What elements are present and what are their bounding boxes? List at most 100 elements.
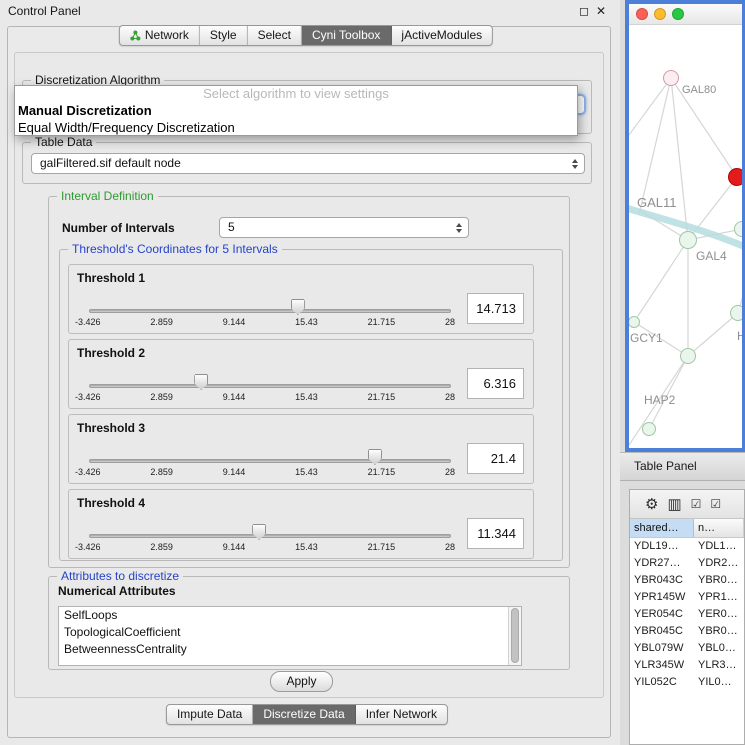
threshold-panel: Threshold 4 -3.4262.8599.14415.4321.7152… <box>68 489 534 559</box>
threshold-panel: Threshold 1 -3.4262.8599.14415.4321.7152… <box>68 264 534 334</box>
table-cell: YIL052C <box>630 674 694 691</box>
threshold-value-field[interactable]: 21.4 <box>467 443 524 474</box>
attribute-list-item[interactable]: SelfLoops <box>59 607 521 624</box>
network-node-label: GAL4 <box>696 249 727 263</box>
attribute-list-item[interactable]: BetweennessCentrality <box>59 641 521 658</box>
network-node-label: GCY1 <box>630 331 663 345</box>
slider-track <box>89 534 451 538</box>
tick-label: 21.715 <box>368 467 396 477</box>
apply-button[interactable]: Apply <box>270 671 333 692</box>
threshold-label: Threshold 4 <box>77 496 145 510</box>
dropdown-option-equal-width-frequency[interactable]: Equal Width/Frequency Discretization <box>15 119 577 136</box>
table-row[interactable]: YBR045CYBR0… <box>630 623 744 640</box>
float-window-icon[interactable]: ◻ <box>579 3 589 19</box>
threshold-label: Threshold 1 <box>77 271 145 285</box>
tab-label: Discretize Data <box>263 705 344 724</box>
attribute-list-item[interactable]: TopologicalCoefficient <box>59 624 521 641</box>
tick-label: -3.426 <box>75 467 101 477</box>
threshold-value-field[interactable]: 14.713 <box>467 293 524 324</box>
network-node[interactable] <box>642 422 656 436</box>
table-cell: YBR045C <box>630 623 694 640</box>
tab-infer-network[interactable]: Infer Network <box>356 705 447 724</box>
deselect-rows-icon[interactable]: ☑ <box>710 497 721 512</box>
columns-icon[interactable]: ▥ <box>667 497 681 512</box>
slider-tick-labels: -3.4262.8599.14415.4321.71528 <box>75 392 455 402</box>
combo-stepper-icon[interactable] <box>570 154 580 173</box>
table-cell: YBL0… <box>694 640 744 657</box>
number-of-intervals-combobox[interactable]: 5 <box>219 217 469 238</box>
table-panel-header: Table Panel <box>620 452 745 481</box>
list-vertical-scrollbar[interactable] <box>508 607 521 665</box>
zoom-traffic-light[interactable] <box>672 8 684 20</box>
threshold-label: Threshold 2 <box>77 346 145 360</box>
column-header-2[interactable]: n… <box>694 519 744 537</box>
window-controls: ◻✕ <box>579 3 606 19</box>
table-panel-title: Table Panel <box>620 453 745 480</box>
threshold-value-field[interactable]: 6.316 <box>467 368 524 399</box>
tab-impute-data[interactable]: Impute Data <box>167 705 253 724</box>
table-rows: YDL19…YDL1…YDR27…YDR2…YBR043CYBR0…YPR145… <box>630 538 744 691</box>
close-icon[interactable]: ✕ <box>596 3 606 19</box>
tick-label: 2.859 <box>150 542 173 552</box>
network-node[interactable] <box>680 348 696 364</box>
network-node-label: GAL80 <box>682 84 716 96</box>
top-tab-strip: Network Style Select Cyni ToolboxjActiveMod… <box>119 25 493 46</box>
combo-stepper-icon[interactable] <box>454 218 464 237</box>
table-cell: YDL1… <box>694 538 744 555</box>
numerical-attributes-list[interactable]: SelfLoopsTopologicalCoefficientBetweenne… <box>58 606 522 666</box>
number-of-intervals-value: 5 <box>228 218 450 237</box>
threshold-slider[interactable] <box>89 447 451 469</box>
tab-select[interactable]: Select <box>248 26 302 45</box>
tab-network[interactable]: Network <box>120 26 200 45</box>
table-row[interactable]: YER054CYER0… <box>630 606 744 623</box>
table-row[interactable]: YIL052CYIL0… <box>630 674 744 691</box>
table-row[interactable]: YDL19…YDL1… <box>630 538 744 555</box>
slider-track <box>89 309 451 313</box>
table-row[interactable]: YLR345WYLR3… <box>630 657 744 674</box>
table-cell: YLR345W <box>630 657 694 674</box>
close-traffic-light[interactable] <box>636 8 648 20</box>
tab-jactivemodules[interactable]: jActiveModules <box>391 26 492 45</box>
settings-gear-icon[interactable]: ⚙ <box>645 497 658 512</box>
control-panel-title: Control Panel <box>8 4 81 18</box>
network-node-label: GAL11 <box>637 195 677 210</box>
slider-tick-labels: -3.4262.8599.14415.4321.71528 <box>75 542 455 552</box>
table-cell: YBR0… <box>694 572 744 589</box>
tab-label: Select <box>258 26 291 45</box>
column-header-1[interactable]: shared… <box>630 519 694 537</box>
network-canvas[interactable]: GAL80GAL11GAL4GCY1HAP2H <box>629 25 742 448</box>
select-all-rows-icon[interactable]: ☑ <box>691 497 702 512</box>
scrollbar-thumb[interactable] <box>511 608 519 663</box>
dropdown-option-manual-discretization[interactable]: Manual Discretization <box>15 102 577 119</box>
network-node[interactable] <box>728 168 742 186</box>
threshold-slider[interactable] <box>89 522 451 544</box>
minimize-traffic-light[interactable] <box>654 8 666 20</box>
number-of-intervals-label: Number of Intervals <box>62 221 175 235</box>
node-table-window: ⚙▥☑☑ shared…n… YDL19…YDL1…YDR27…YDR2…YBR… <box>629 489 745 745</box>
threshold-value-field[interactable]: 11.344 <box>467 518 524 549</box>
tab-discretize-data[interactable]: Discretize Data <box>253 705 355 724</box>
tick-label: 2.859 <box>150 317 173 327</box>
network-node[interactable] <box>730 305 742 321</box>
tick-label: 21.715 <box>368 392 396 402</box>
network-node[interactable] <box>679 231 697 249</box>
table-cell: YBR0… <box>694 623 744 640</box>
table-row[interactable]: YDR27…YDR2… <box>630 555 744 572</box>
threshold-slider[interactable] <box>89 372 451 394</box>
table-row[interactable]: YBR043CYBR0… <box>630 572 744 589</box>
tab-label: Style <box>210 26 237 45</box>
bottom-tab-strip: Impute Data Discretize Data Infer Network <box>166 704 448 725</box>
threshold-slider[interactable] <box>89 297 451 319</box>
tab-style[interactable]: Style <box>200 26 248 45</box>
table-cell: YDL19… <box>630 538 694 555</box>
algorithm-dropdown-popup: Select algorithm to view settings Manual… <box>14 85 578 136</box>
tick-label: 15.43 <box>295 542 318 552</box>
network-tab-icon <box>130 30 141 41</box>
network-view-window: GAL80GAL11GAL4GCY1HAP2H <box>625 0 745 452</box>
slider-tick-labels: -3.4262.8599.14415.4321.71528 <box>75 467 455 477</box>
table-row[interactable]: YPR145WYPR1… <box>630 589 744 606</box>
network-node[interactable] <box>663 70 679 86</box>
table-data-combobox[interactable]: galFiltered.sif default node <box>31 153 585 174</box>
table-row[interactable]: YBL079WYBL0… <box>630 640 744 657</box>
tab-cyni-toolbox[interactable]: Cyni Toolbox <box>302 26 391 45</box>
